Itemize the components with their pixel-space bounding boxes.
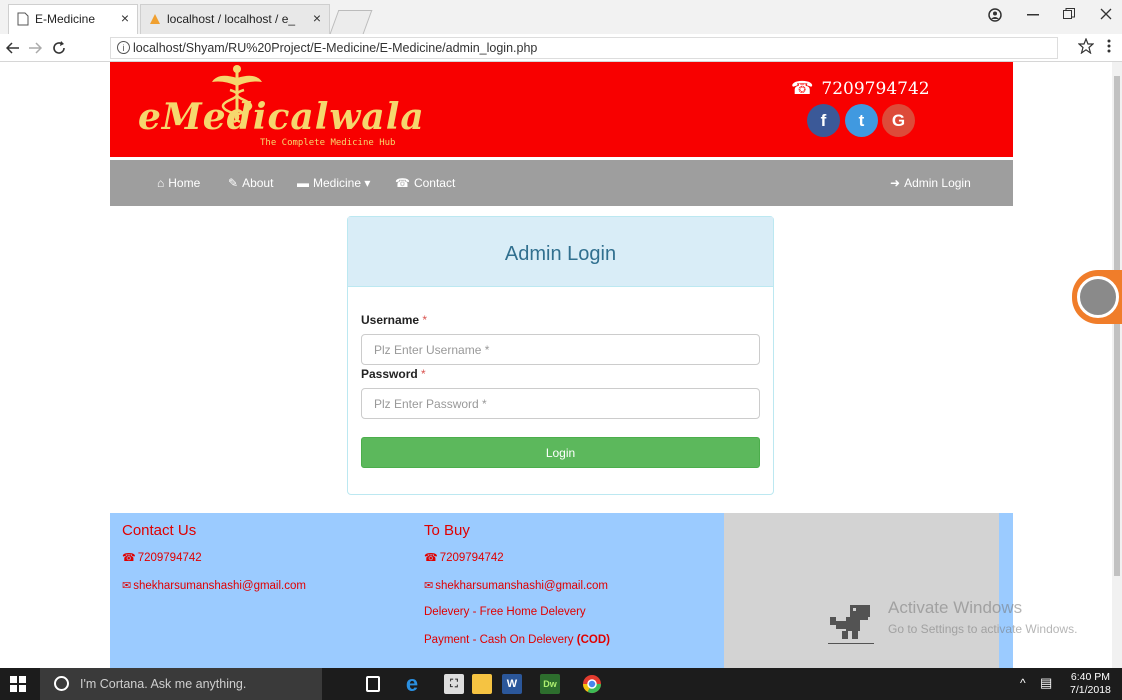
site-logo-text[interactable]: eMedicalwala: [138, 96, 425, 138]
panel-title: Admin Login: [504, 243, 617, 265]
twitter-icon[interactable]: t: [845, 104, 878, 137]
footer-contact-phone: ☎ 7209794742: [122, 552, 202, 564]
scrollbar-thumb[interactable]: [1114, 76, 1120, 576]
profile-icon[interactable]: [988, 8, 1002, 22]
phone-icon: ☎: [424, 552, 438, 564]
restore-icon[interactable]: [1063, 8, 1075, 20]
cortana-icon: [54, 676, 69, 691]
site-footer: Contact Us ☎ 7209794742 ✉ shekharsumanshas…: [110, 513, 1013, 668]
minimize-icon[interactable]: [1027, 14, 1039, 17]
store-icon[interactable]: ⛶: [444, 674, 464, 694]
cortana-placeholder: I'm Cortana. Ask me anything.: [80, 677, 247, 691]
bookmark-star-icon[interactable]: [1078, 38, 1094, 54]
nav-home[interactable]: ⌂ Home: [157, 176, 200, 190]
file-explorer-icon[interactable]: [472, 674, 492, 694]
action-center-icon[interactable]: ▤: [1040, 675, 1052, 691]
url-text: localhost/Shyam/RU%20Project/E-Medicine/…: [133, 41, 538, 55]
nav-medicine[interactable]: ▬ Medicine ▾: [297, 176, 370, 190]
password-input[interactable]: [361, 388, 760, 419]
footer-contact-email[interactable]: ✉ shekharsumanshashi@gmail.com: [122, 579, 306, 592]
pencil-icon: ✎: [228, 176, 239, 190]
phone-icon: ☎: [791, 78, 814, 99]
dreamweaver-icon[interactable]: Dw: [540, 674, 560, 694]
video-camera-icon[interactable]: [1077, 276, 1119, 318]
admin-login-panel: Admin Login Username * Password * Login: [347, 216, 774, 495]
windows-start-icon[interactable]: [10, 676, 26, 692]
chrome-icon[interactable]: [582, 674, 602, 694]
footer-delivery: Delevery - Free Home Delevery: [424, 606, 586, 618]
footer-contact-title: Contact Us: [122, 522, 197, 539]
page-icon: [17, 12, 29, 26]
url-input[interactable]: i localhost/Shyam/RU%20Project/E-Medicin…: [110, 37, 1058, 59]
dino-offline-icon: [828, 605, 874, 644]
new-tab-button[interactable]: [329, 10, 373, 34]
username-label: Username *: [361, 313, 428, 327]
activate-windows-title: Activate Windows: [888, 598, 1023, 617]
login-button[interactable]: Login: [361, 437, 760, 468]
tab-e-medicine[interactable]: E-Medicine ×: [8, 4, 138, 34]
back-icon[interactable]: [6, 42, 20, 54]
cortana-search-box[interactable]: I'm Cortana. Ask me anything.: [40, 668, 322, 700]
password-label: Password *: [361, 367, 426, 381]
main-navbar: ⌂ Home ✎ About ▬ Medicine ▾ ☎ Contact ➜ Admin…: [110, 160, 1013, 206]
site-header: eMedicalwala The Complete Medicine Hub ☎…: [110, 62, 1013, 157]
log-in-icon: ➜: [890, 176, 901, 190]
site-tagline: The Complete Medicine Hub: [260, 138, 396, 148]
header-phone: ☎ 7209794742: [791, 78, 930, 99]
close-window-icon[interactable]: [1100, 8, 1112, 20]
phone-icon: ☎: [122, 552, 136, 564]
browser-tab-bar: E-Medicine × localhost / localhost / e_ …: [0, 0, 1122, 34]
menu-icon[interactable]: [1106, 38, 1112, 54]
tab-title: localhost / localhost / e_: [167, 12, 296, 26]
phpmyadmin-icon: [150, 14, 160, 24]
footer-payment: Payment - Cash On Delevery (COD): [424, 634, 610, 646]
caret-down-icon: ▾: [361, 176, 371, 190]
activate-windows-subtitle: Go to Settings to activate Windows.: [888, 622, 1078, 636]
envelope-icon: ✉: [122, 580, 132, 592]
tab-title: E-Medicine: [35, 12, 96, 26]
tab-phpmyadmin[interactable]: localhost / localhost / e_ ×: [140, 4, 330, 34]
tray-expand-icon[interactable]: ^: [1020, 676, 1026, 690]
task-view-icon[interactable]: [366, 676, 380, 692]
nav-admin-login[interactable]: ➜ Admin Login: [890, 176, 971, 190]
footer-buy-email[interactable]: ✉ shekharsumanshashi@gmail.com: [424, 579, 608, 592]
panel-heading: Admin Login: [348, 217, 773, 287]
home-icon: ⌂: [157, 176, 165, 190]
nav-contact[interactable]: ☎ Contact: [395, 176, 455, 190]
reload-icon[interactable]: [52, 41, 66, 55]
footer-buy-phone: ☎ 7209794742: [424, 552, 504, 564]
footer-buy-title: To Buy: [424, 522, 470, 539]
main-content: Admin Login Username * Password * Login: [110, 206, 1013, 513]
info-icon[interactable]: i: [117, 41, 130, 54]
briefcase-icon: ▬: [297, 176, 309, 190]
google-plus-icon[interactable]: G: [882, 104, 915, 137]
facebook-icon[interactable]: f: [807, 104, 840, 137]
nav-about[interactable]: ✎ About: [228, 176, 273, 190]
envelope-icon: ✉: [424, 580, 434, 592]
header-phone-number: 7209794742: [821, 79, 930, 99]
edge-browser-icon[interactable]: e: [402, 673, 422, 695]
address-bar-row: i localhost/Shyam/RU%20Project/E-Medicin…: [0, 34, 1122, 62]
close-tab-icon[interactable]: ×: [121, 10, 129, 26]
word-icon[interactable]: W: [502, 674, 522, 694]
taskbar-clock[interactable]: 6:40 PM 7/1/2018: [1070, 671, 1111, 697]
username-input[interactable]: [361, 334, 760, 365]
phone-icon: ☎: [395, 176, 410, 190]
forward-icon[interactable]: [28, 42, 42, 54]
windows-taskbar: I'm Cortana. Ask me anything. e ⛶ W Dw ^…: [0, 668, 1122, 700]
close-tab-icon[interactable]: ×: [313, 10, 321, 26]
site-container: eMedicalwala The Complete Medicine Hub ☎…: [110, 62, 1013, 668]
